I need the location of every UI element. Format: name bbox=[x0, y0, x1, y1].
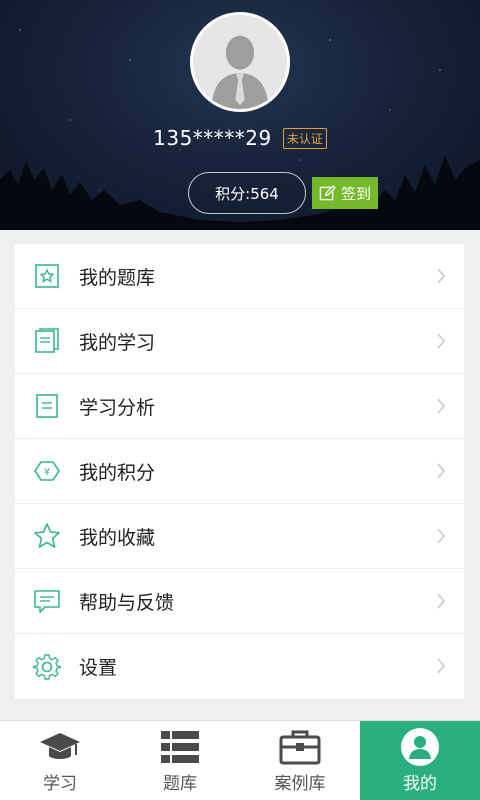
bottom-tab-bar: 学习 题库 案例库 我的 bbox=[0, 720, 480, 800]
svg-text:¥: ¥ bbox=[44, 467, 50, 478]
menu-item-question-bank[interactable]: 我的题库 bbox=[15, 244, 464, 309]
tab-case-library[interactable]: 案例库 bbox=[240, 721, 360, 800]
checkin-label: 签到 bbox=[340, 184, 371, 203]
briefcase-icon bbox=[279, 730, 321, 765]
menu-item-favorites[interactable]: 我的收藏 bbox=[15, 504, 464, 569]
menu-item-label: 我的收藏 bbox=[79, 526, 156, 549]
points-button[interactable]: 积分:564 bbox=[188, 172, 306, 214]
avatar[interactable] bbox=[190, 12, 290, 112]
notebook-icon bbox=[33, 327, 61, 355]
user-info: 135*****29 未认证 bbox=[0, 126, 480, 150]
tab-mine[interactable]: 我的 bbox=[360, 721, 480, 800]
menu-item-help-feedback[interactable]: 帮助与反馈 bbox=[15, 569, 464, 634]
list-icon bbox=[161, 731, 199, 763]
tab-label: 学习 bbox=[43, 774, 77, 794]
star-icon bbox=[33, 522, 61, 550]
chevron-right-icon bbox=[437, 593, 446, 609]
chevron-right-icon bbox=[437, 528, 446, 544]
tab-label: 题库 bbox=[163, 774, 197, 794]
menu-item-label: 我的学习 bbox=[79, 331, 156, 354]
menu-item-label: 帮助与反馈 bbox=[79, 591, 175, 614]
chat-bubble-icon bbox=[33, 587, 61, 615]
tab-study[interactable]: 学习 bbox=[0, 721, 120, 800]
menu-item-study-analysis[interactable]: 学习分析 bbox=[15, 374, 464, 439]
yen-hexagon-icon: ¥ bbox=[33, 457, 61, 485]
menu-item-label: 学习分析 bbox=[79, 396, 156, 419]
verify-status-badge[interactable]: 未认证 bbox=[282, 127, 327, 149]
menu-item-my-points[interactable]: ¥ 我的积分 bbox=[15, 439, 464, 504]
chevron-right-icon bbox=[437, 268, 446, 284]
tab-label: 案例库 bbox=[274, 774, 326, 794]
menu-item-settings[interactable]: 设置 bbox=[15, 634, 464, 699]
profile-menu: 我的题库 我的学习 学习分析 ¥ 我的积分 我的收藏 帮助与反馈 设置 bbox=[15, 244, 464, 699]
tab-label: 我的 bbox=[403, 774, 437, 794]
menu-item-label: 我的积分 bbox=[79, 461, 156, 484]
phone-number: 135*****29 bbox=[153, 126, 272, 150]
chevron-right-icon bbox=[437, 333, 446, 349]
user-icon bbox=[401, 728, 439, 766]
default-user-icon bbox=[193, 15, 287, 109]
chevron-right-icon bbox=[437, 398, 446, 414]
profile-header: 135*****29 未认证 积分:564 签到 bbox=[0, 0, 480, 230]
checkin-button[interactable]: 签到 bbox=[312, 177, 378, 209]
graduation-cap-icon bbox=[40, 733, 80, 759]
edit-icon bbox=[319, 184, 336, 200]
menu-item-label: 设置 bbox=[79, 657, 118, 679]
tab-question-bank[interactable]: 题库 bbox=[120, 721, 240, 800]
menu-item-my-study[interactable]: 我的学习 bbox=[15, 309, 464, 374]
chevron-right-icon bbox=[437, 658, 446, 674]
chevron-right-icon bbox=[437, 463, 446, 479]
clipboard-icon bbox=[33, 392, 61, 420]
gear-icon bbox=[33, 653, 61, 681]
star-square-icon bbox=[33, 262, 61, 290]
menu-item-label: 我的题库 bbox=[79, 266, 156, 289]
